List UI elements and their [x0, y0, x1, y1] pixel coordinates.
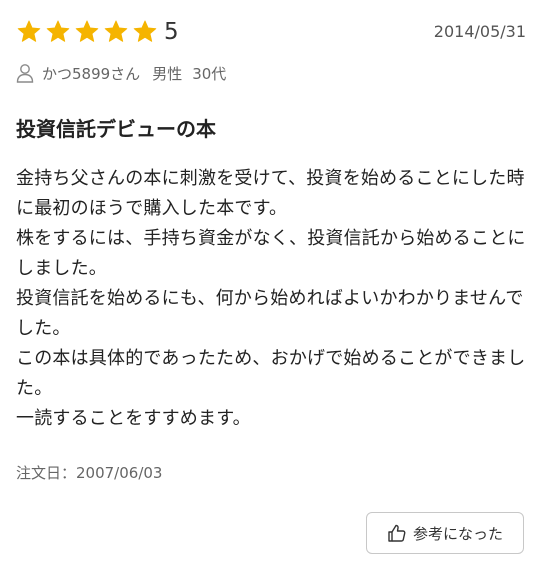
review-body: 金持ち父さんの本に刺激を受けて、投資を始めることにした時に最初のほうで購入した本… [16, 164, 528, 434]
order-date: 注文日：2007/06/03 [16, 464, 163, 482]
review-body-paragraph: 金持ち父さんの本に刺激を受けて、投資を始めることにした時に最初のほうで購入した本… [16, 168, 525, 219]
star-icon [132, 19, 158, 45]
helpful-button-label: 参考になった [412, 525, 503, 543]
star-icon [74, 19, 100, 45]
review-body-paragraph: 一読することをすすめます。 [16, 408, 251, 429]
reviewer-age: 30代 [192, 64, 227, 83]
helpful-button[interactable]: 参考になった [366, 512, 524, 554]
reviewer-info: かつ5899さん 男性 30代 [16, 60, 226, 86]
review-body-paragraph: この本は具体的であったため、おかげで始めることができました。 [16, 348, 526, 399]
review-body-paragraph: 株をするには、手持ち資金がなく、投資信託から始めることにしました。 [16, 228, 526, 279]
star-icon [16, 19, 42, 45]
rating-row: 5 2014/05/31 [16, 17, 526, 47]
person-icon [16, 63, 34, 83]
reviewer-name[interactable]: かつ5899さん [42, 63, 140, 84]
review-card: 5 2014/05/31 かつ5899さん 男性 30代 投資信託デビューの本 … [0, 0, 540, 564]
reviewer-gender: 男性 [152, 64, 183, 83]
star-rating [16, 17, 161, 47]
review-date: 2014/05/31 [433, 22, 526, 41]
review-body-paragraph: 投資信託を始めるにも、何から始めればよいかわかりませんでした。 [16, 288, 524, 339]
thumbs-up-icon [387, 523, 407, 543]
review-title: 投資信託デビューの本 [16, 117, 216, 141]
rating-score: 5 [164, 19, 179, 45]
star-icon [45, 19, 71, 45]
star-icon [103, 19, 129, 45]
